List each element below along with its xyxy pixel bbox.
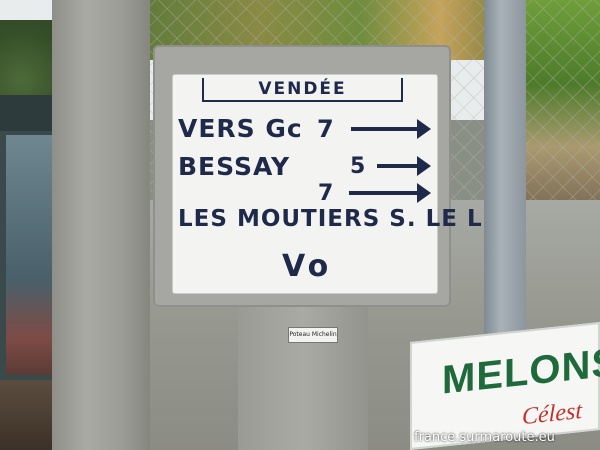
metal-pole bbox=[484, 0, 526, 355]
direction-line-2: BESSAY bbox=[178, 152, 291, 181]
michelin-road-sign: VENDÉE VERS Gc 7 BESSAY 5 7 LES MOUTIERS… bbox=[172, 74, 482, 294]
distance-number-2: 5 bbox=[350, 154, 366, 179]
melons-subtitle: Célest bbox=[522, 397, 582, 431]
sign-post bbox=[238, 300, 368, 450]
sign-bottom-label: Vo bbox=[282, 249, 333, 284]
direction-line-1: VERS Gc bbox=[178, 114, 303, 143]
concrete-pillar bbox=[52, 0, 150, 450]
photo-scene: VENDÉE VERS Gc 7 BESSAY 5 7 LES MOUTIERS… bbox=[0, 0, 600, 450]
department-header: VENDÉE bbox=[202, 78, 403, 102]
arrow-right-icon bbox=[377, 156, 431, 176]
manufacturer-plaque: Poteau Michelin bbox=[288, 327, 338, 343]
distance-number-3: 7 bbox=[318, 181, 334, 206]
melons-title: MELONS bbox=[442, 340, 600, 403]
arrow-right-icon bbox=[351, 119, 431, 139]
direction-line-3: LES MOUTIERS S. LE L bbox=[178, 206, 483, 232]
route-number-1: 7 bbox=[317, 115, 334, 143]
watermark: france.surmaroute.eu bbox=[414, 430, 555, 445]
arrow-right-icon bbox=[349, 183, 431, 203]
